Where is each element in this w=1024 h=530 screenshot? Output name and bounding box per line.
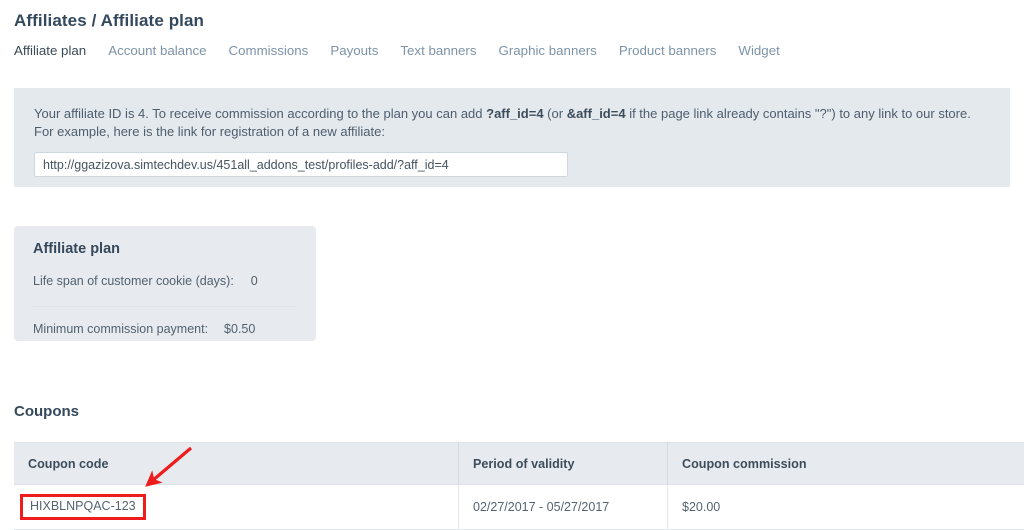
tab-affiliate-plan[interactable]: Affiliate plan xyxy=(14,43,99,58)
tab-account-balance[interactable]: Account balance xyxy=(108,43,219,58)
tab-widget[interactable]: Widget xyxy=(738,43,779,58)
coupons-section-title: Coupons xyxy=(14,403,79,420)
notice-code-ampersand: &aff_id=4 xyxy=(567,106,626,121)
affiliate-link-input[interactable] xyxy=(34,152,568,177)
coupons-table-body: HIXBLNPQAC-123 02/27/2017 - 05/27/2017 $… xyxy=(14,485,1024,530)
affiliate-plan-card-title: Affiliate plan xyxy=(33,241,297,257)
cell-coupon-commission: $20.00 xyxy=(668,485,1024,530)
notice-code-query: ?aff_id=4 xyxy=(486,106,543,121)
tab-text-banners[interactable]: Text banners xyxy=(400,43,489,58)
affiliate-id-notice: Your affiliate ID is 4. To receive commi… xyxy=(14,88,1010,187)
coupon-code-value[interactable]: HIXBLNPQAC-123 xyxy=(20,494,146,520)
cell-period-of-validity: 02/27/2017 - 05/27/2017 xyxy=(459,485,668,530)
affiliate-plan-card: Affiliate plan Life span of customer coo… xyxy=(14,226,316,341)
tab-bar: Affiliate plan Account balance Commissio… xyxy=(14,43,780,58)
coupons-table-header-row: Coupon code Period of validity Coupon co… xyxy=(14,443,1024,485)
plan-value-minimum-commission: $0.50 xyxy=(224,322,255,336)
tab-product-banners[interactable]: Product banners xyxy=(619,43,730,58)
notice-text-part1: Your affiliate ID is 4. To receive commi… xyxy=(34,106,486,121)
column-header-period-of-validity[interactable]: Period of validity xyxy=(459,443,668,485)
coupons-table: Coupon code Period of validity Coupon co… xyxy=(14,442,1024,530)
plan-label-minimum-commission: Minimum commission payment: xyxy=(33,322,208,336)
column-header-coupon-code[interactable]: Coupon code xyxy=(14,443,459,485)
plan-row-cookie-lifespan: Life span of customer cookie (days): 0 xyxy=(33,274,297,296)
tab-payouts[interactable]: Payouts xyxy=(330,43,391,58)
column-header-coupon-commission[interactable]: Coupon commission xyxy=(668,443,1024,485)
cell-coupon-code: HIXBLNPQAC-123 xyxy=(14,485,459,530)
affiliate-plan-page: Affiliates / Affiliate plan Affiliate pl… xyxy=(0,0,1024,521)
plan-value-cookie-lifespan: 0 xyxy=(251,274,258,288)
notice-text-part2: (or xyxy=(544,106,567,121)
page-title: Affiliates / Affiliate plan xyxy=(14,11,204,31)
tab-commissions[interactable]: Commissions xyxy=(229,43,322,58)
plan-label-cookie-lifespan: Life span of customer cookie (days): xyxy=(33,274,234,288)
plan-row-minimum-commission: Minimum commission payment: $0.50 xyxy=(33,306,297,336)
tab-graphic-banners[interactable]: Graphic banners xyxy=(499,43,610,58)
coupons-table-head: Coupon code Period of validity Coupon co… xyxy=(14,443,1024,485)
table-row[interactable]: HIXBLNPQAC-123 02/27/2017 - 05/27/2017 $… xyxy=(14,485,1024,530)
notice-text: Your affiliate ID is 4. To receive commi… xyxy=(34,105,990,141)
